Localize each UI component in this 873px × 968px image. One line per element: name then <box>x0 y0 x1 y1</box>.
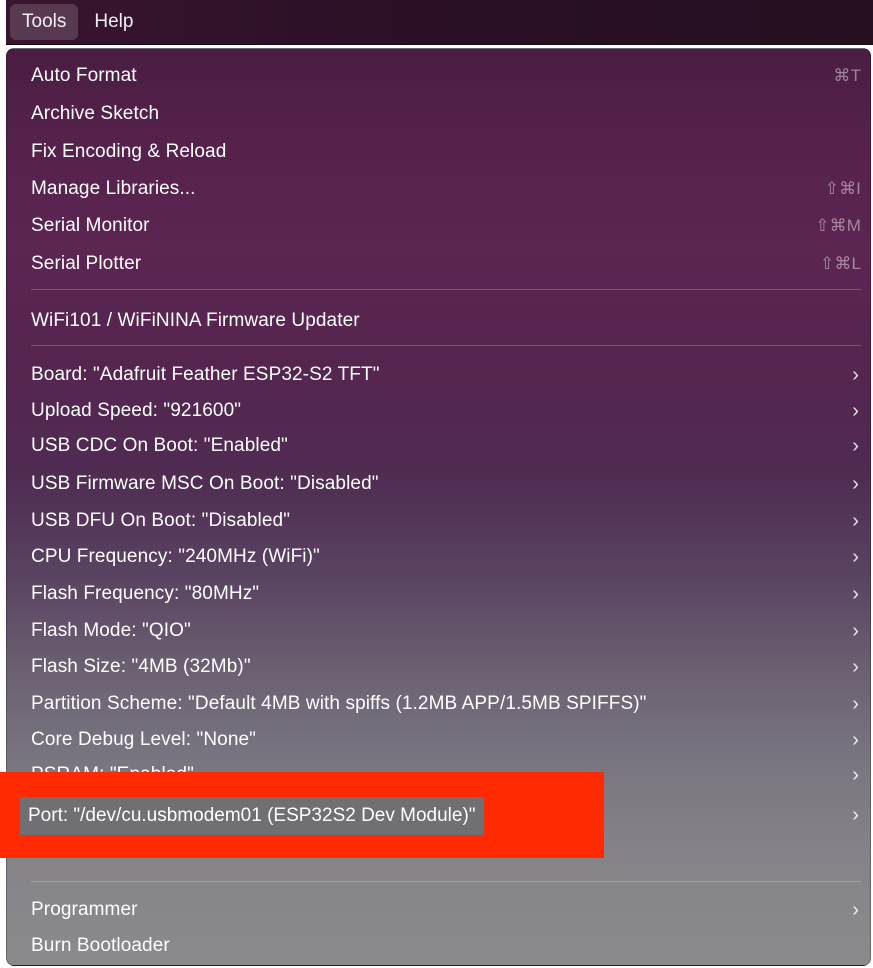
menu-separator <box>31 289 861 290</box>
menubar-tools[interactable]: Tools <box>10 4 79 40</box>
menu-item-label: Auto Format <box>31 65 137 86</box>
menu-item-burn-bootloader[interactable]: Burn Bootloader <box>21 928 861 964</box>
menu-item-label: Upload Speed: "921600" <box>31 400 242 421</box>
menu-item-flash-frequency[interactable]: Flash Frequency: "80MHz" › <box>21 576 861 612</box>
menu-item-serial-plotter[interactable]: Serial Plotter ⇧⌘L <box>21 246 861 282</box>
menu-item-serial-monitor[interactable]: Serial Monitor ⇧⌘M <box>21 208 861 244</box>
menu-item-programmer[interactable]: Programmer › <box>21 892 861 928</box>
menu-item-label: CPU Frequency: "240MHz (WiFi)" <box>31 546 320 567</box>
chevron-right-icon: › <box>852 620 859 642</box>
menu-item-core-debug-level[interactable]: Core Debug Level: "None" › <box>21 722 861 758</box>
menu-item-label: Archive Sketch <box>31 103 160 124</box>
chevron-right-icon: › <box>852 435 859 457</box>
shortcut-label: ⇧⌘M <box>815 216 861 235</box>
menu-item-usb-msc[interactable]: USB Firmware MSC On Boot: "Disabled" › <box>21 466 861 502</box>
menu-item-label: Flash Mode: "QIO" <box>31 620 191 641</box>
chevron-right-icon: › <box>852 364 859 386</box>
menu-item-flash-size[interactable]: Flash Size: "4MB (32Mb)" › <box>21 649 861 685</box>
menu-item-manage-libraries[interactable]: Manage Libraries... ⇧⌘I <box>21 171 861 207</box>
menu-item-label: USB DFU On Boot: "Disabled" <box>31 510 291 531</box>
menu-item-fix-encoding[interactable]: Fix Encoding & Reload <box>21 134 861 170</box>
menu-item-label: Serial Plotter <box>31 253 142 274</box>
menu-item-label: Core Debug Level: "None" <box>31 729 257 750</box>
menu-item-label: Flash Size: "4MB (32Mb)" <box>31 656 251 677</box>
chevron-right-icon: › <box>852 693 859 715</box>
chevron-right-icon: › <box>852 899 859 921</box>
menu-item-flash-mode[interactable]: Flash Mode: "QIO" › <box>21 613 861 649</box>
menu-item-label: Manage Libraries... <box>31 178 196 199</box>
menu-item-usb-dfu[interactable]: USB DFU On Boot: "Disabled" › <box>21 503 861 539</box>
menu-item-label: WiFi101 / WiFiNINA Firmware Updater <box>31 310 360 331</box>
menu-item-label: Fix Encoding & Reload <box>31 141 227 162</box>
menu-item-label: Serial Monitor <box>31 215 150 236</box>
menu-item-board[interactable]: Board: "Adafruit Feather ESP32-S2 TFT" › <box>21 357 861 393</box>
chevron-right-icon: › <box>852 510 859 532</box>
chevron-right-icon: › <box>852 546 859 568</box>
menu-item-partition-scheme[interactable]: Partition Scheme: "Default 4MB with spif… <box>21 686 861 722</box>
chevron-right-icon: › <box>852 656 859 678</box>
chevron-right-icon: › <box>852 764 859 786</box>
menu-item-label: Port: "/dev/cu.usbmodem01 (ESP32S2 Dev M… <box>28 805 476 826</box>
menu-item-label: Flash Frequency: "80MHz" <box>31 583 260 604</box>
chevron-right-icon: › <box>852 473 859 495</box>
menu-item-label: Burn Bootloader <box>31 935 170 956</box>
menu-item-label: Board: "Adafruit Feather ESP32-S2 TFT" <box>31 364 380 385</box>
menu-item-label: USB Firmware MSC On Boot: "Disabled" <box>31 473 379 494</box>
chevron-right-icon: › <box>852 583 859 605</box>
menu-item-port[interactable]: Port: "/dev/cu.usbmodem01 (ESP32S2 Dev M… <box>20 797 484 835</box>
shortcut-label: ⇧⌘I <box>824 179 861 198</box>
menu-item-usb-cdc[interactable]: USB CDC On Boot: "Enabled" › <box>21 428 861 464</box>
menu-item-auto-format[interactable]: Auto Format ⌘T <box>21 58 861 94</box>
chevron-right-icon: › <box>852 804 859 826</box>
menu-item-label: Partition Scheme: "Default 4MB with spif… <box>31 693 647 714</box>
menu-item-firmware-updater[interactable]: WiFi101 / WiFiNINA Firmware Updater <box>21 303 861 339</box>
chevron-right-icon: › <box>852 400 859 422</box>
menu-bar: Tools Help <box>6 0 873 45</box>
shortcut-label: ⌘T <box>833 66 861 85</box>
menu-separator <box>31 881 861 882</box>
menubar-help[interactable]: Help <box>82 4 145 40</box>
menu-item-label: USB CDC On Boot: "Enabled" <box>31 435 288 456</box>
shortcut-label: ⇧⌘L <box>820 254 861 273</box>
menu-separator <box>31 345 861 346</box>
menu-item-label: Programmer <box>31 899 138 920</box>
menu-item-cpu-frequency[interactable]: CPU Frequency: "240MHz (WiFi)" › <box>21 539 861 575</box>
menu-item-upload-speed[interactable]: Upload Speed: "921600" › <box>21 393 861 429</box>
menu-item-archive-sketch[interactable]: Archive Sketch <box>21 96 861 132</box>
chevron-right-icon: › <box>852 729 859 751</box>
